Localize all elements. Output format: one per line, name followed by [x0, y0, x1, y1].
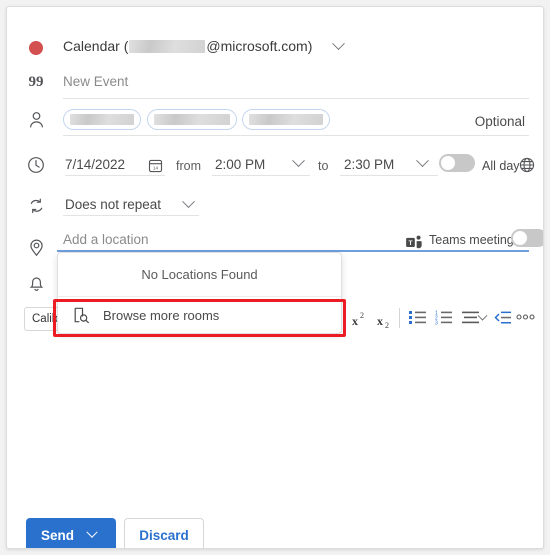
to-label: to: [318, 159, 329, 173]
event-title-input[interactable]: New Event: [63, 74, 128, 89]
align-chevron-icon[interactable]: [477, 310, 488, 321]
toolbar-divider: [399, 308, 400, 328]
redacted-attendee-name: [70, 114, 134, 125]
no-locations-found-message: No Locations Found: [58, 253, 341, 297]
chevron-down-icon[interactable]: [332, 36, 346, 50]
location-suggestions-dropdown: No Locations Found Browse more rooms: [57, 252, 342, 334]
browse-rooms-icon: [72, 306, 90, 324]
attendee-chip[interactable]: [242, 109, 330, 130]
svg-text:2: 2: [360, 311, 364, 320]
start-time-underline: [212, 175, 310, 176]
start-time-chevron-icon[interactable]: [292, 154, 305, 168]
bell-icon: [23, 270, 49, 296]
date-underline: [65, 175, 165, 176]
align-icon[interactable]: [462, 310, 479, 325]
indent-icon[interactable]: [494, 310, 511, 325]
calendar-label-domain: @microsoft.com): [206, 38, 313, 54]
svg-text:T: T: [408, 239, 412, 246]
attendee-chip[interactable]: [147, 109, 237, 130]
redacted-attendee-name: [249, 114, 323, 125]
from-label: from: [176, 159, 201, 173]
attendees-underline: [63, 135, 529, 136]
send-options-chevron-icon[interactable]: [86, 526, 98, 538]
send-button-label: Send: [41, 527, 75, 543]
location-pin-icon: [23, 234, 49, 260]
title-underline: [63, 98, 529, 99]
browse-rooms-label: Browse more rooms: [103, 307, 220, 323]
redacted-attendee-name: [154, 114, 230, 125]
start-time-input[interactable]: 2:00 PM: [215, 157, 265, 172]
clock-icon: [23, 152, 49, 178]
new-event-window: Calendar ( @microsoft.com) 99 New Event …: [6, 6, 544, 549]
svg-text:3: 3: [435, 321, 438, 326]
bulleted-list-icon[interactable]: [409, 310, 426, 325]
subscript-icon[interactable]: x 2: [375, 309, 393, 329]
calendar-label-prefix: Calendar (: [63, 38, 129, 54]
quote-icon: 99: [28, 73, 44, 90]
discard-button-label: Discard: [139, 527, 189, 543]
calendar-account-selector[interactable]: Calendar ( @microsoft.com): [63, 36, 346, 54]
discard-button[interactable]: Discard: [124, 518, 204, 548]
location-input[interactable]: Add a location: [63, 232, 149, 247]
globe-icon[interactable]: [518, 152, 536, 178]
browse-more-rooms-option[interactable]: Browse more rooms: [58, 297, 341, 333]
end-time-input[interactable]: 2:30 PM: [344, 157, 394, 172]
all-day-toggle[interactable]: [439, 154, 475, 172]
optional-attendees-button[interactable]: Optional: [475, 114, 525, 129]
svg-text:2: 2: [385, 321, 389, 328]
end-time-underline: [340, 175, 438, 176]
numbered-list-icon[interactable]: 1 2 3: [435, 310, 452, 325]
redacted-email-user: [129, 39, 206, 53]
svg-text:x: x: [377, 314, 383, 328]
svg-text:x: x: [352, 314, 358, 328]
repeat-icon: [23, 193, 49, 219]
repeat-chevron-icon[interactable]: [182, 195, 195, 209]
teams-meeting-label: Teams meeting: [429, 233, 514, 247]
person-icon: [23, 107, 49, 133]
account-color-dot: [23, 35, 49, 61]
repeat-underline: [63, 215, 199, 216]
all-day-label: All day: [482, 159, 520, 173]
send-button[interactable]: Send: [26, 518, 116, 548]
start-date-input[interactable]: 7/14/2022: [65, 157, 125, 172]
end-time-chevron-icon[interactable]: [416, 154, 429, 168]
superscript-icon[interactable]: x 2: [350, 309, 368, 329]
teams-meeting-toggle[interactable]: [511, 229, 543, 247]
svg-text:14: 14: [152, 165, 158, 170]
repeat-selector[interactable]: Does not repeat: [65, 197, 161, 212]
more-options-icon[interactable]: [516, 311, 535, 323]
attendee-chip[interactable]: [63, 109, 141, 130]
